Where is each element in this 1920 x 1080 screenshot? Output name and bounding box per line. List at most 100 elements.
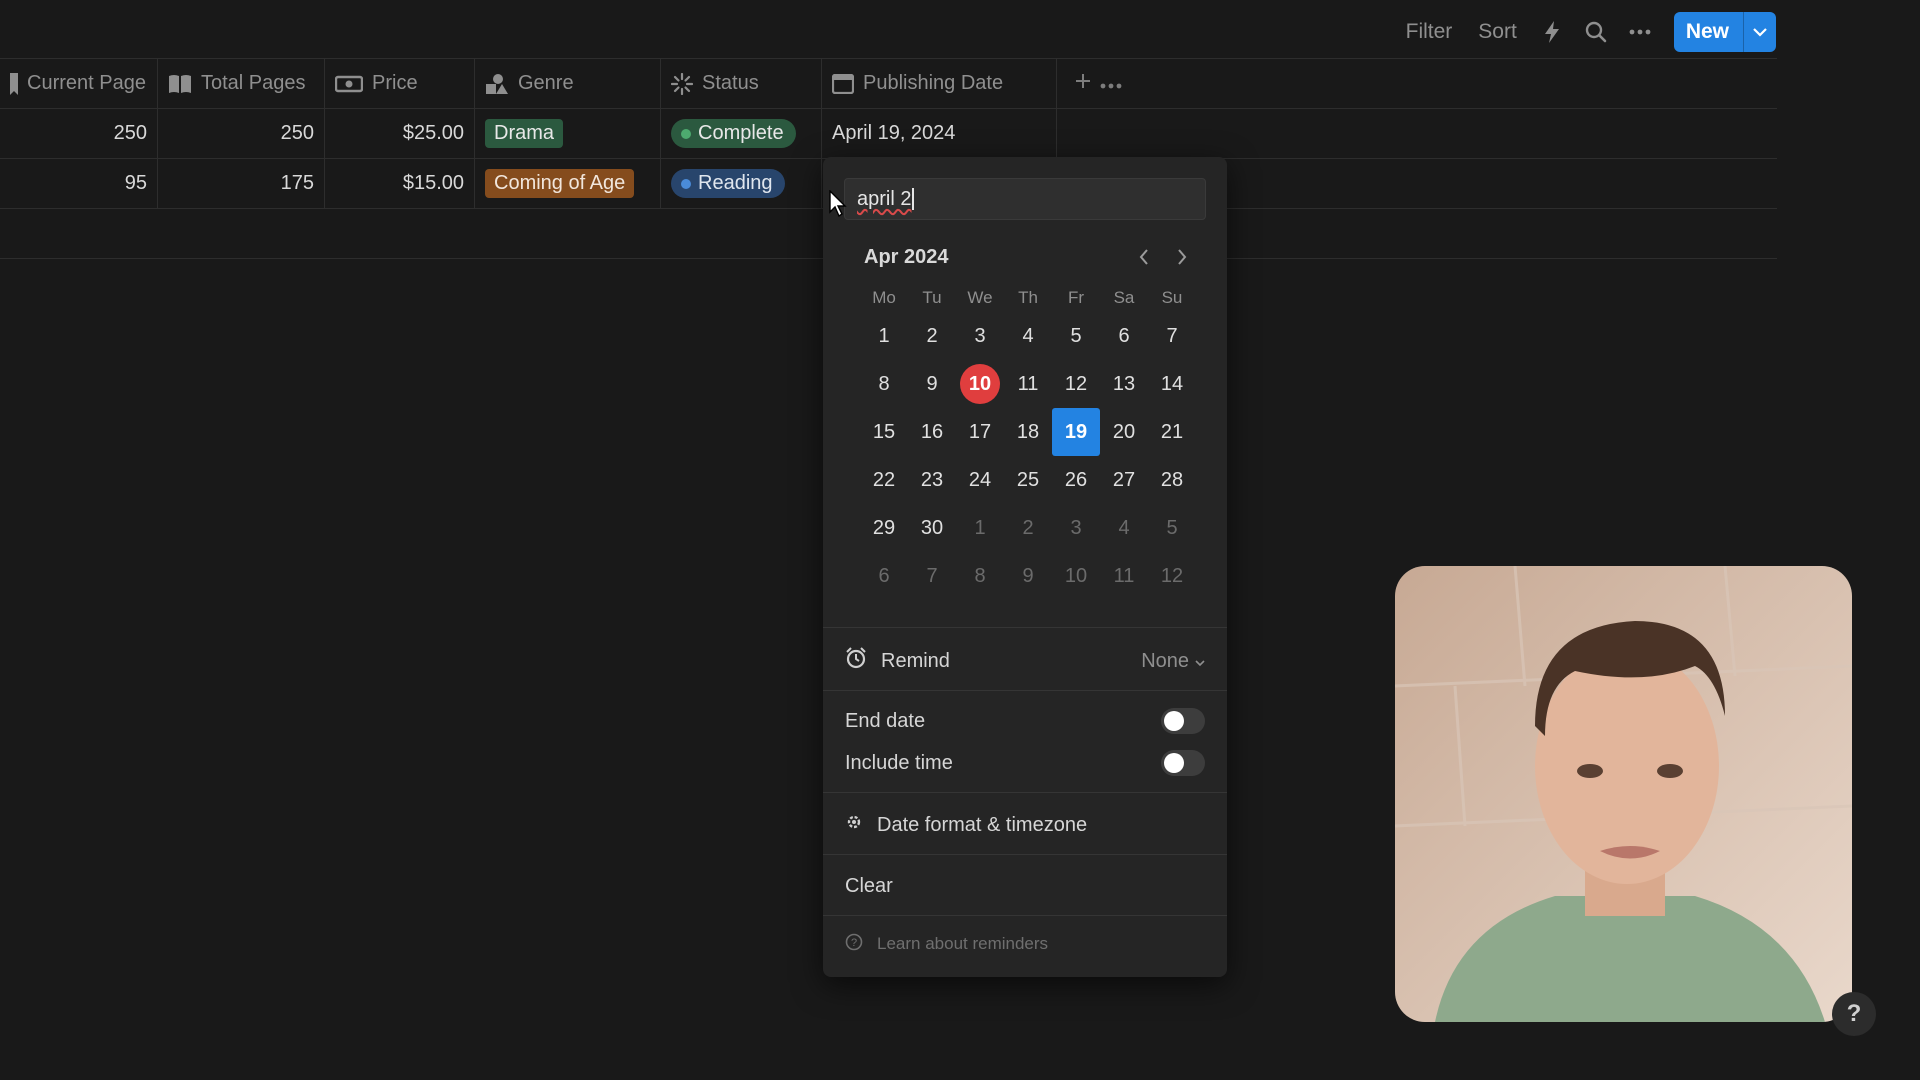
calendar-day[interactable]: 26 <box>1052 456 1100 504</box>
current-page-cell[interactable]: 250 <box>0 109 158 158</box>
calendar-day[interactable]: 25 <box>1004 456 1052 504</box>
calendar-day[interactable]: 10 <box>1052 552 1100 600</box>
status-cell[interactable]: Reading <box>661 159 822 208</box>
calendar-day[interactable]: 11 <box>1100 552 1148 600</box>
weekday-row: Mo Tu We Th Fr Sa Su <box>860 284 1196 312</box>
calendar-day[interactable]: 6 <box>1100 312 1148 360</box>
previous-month-chevron-icon[interactable] <box>1132 245 1156 269</box>
learn-reminders-link[interactable]: ? Learn about reminders <box>845 929 1205 959</box>
calendar-day[interactable]: 7 <box>1148 312 1196 360</box>
calendar-day[interactable]: 15 <box>860 408 908 456</box>
sort-button[interactable]: Sort <box>1465 20 1530 44</box>
calendar-day[interactable]: 3 <box>956 312 1004 360</box>
column-header-publishing-date[interactable]: Publishing Date <box>822 59 1057 108</box>
date-input-field[interactable]: april 2 <box>844 178 1206 220</box>
calendar-day[interactable]: 1 <box>956 504 1004 552</box>
add-column-plus-icon[interactable] <box>1075 72 1091 95</box>
calendar-day[interactable]: 7 <box>908 552 956 600</box>
calendar-day[interactable]: 18 <box>1004 408 1052 456</box>
calendar-day-label: 6 <box>1118 324 1130 347</box>
publishing-date-cell[interactable]: April 19, 2024 <box>822 109 1057 158</box>
calendar-day-label: 16 <box>920 420 944 443</box>
learn-label-group: ? Learn about reminders <box>845 933 1048 956</box>
calendar-day[interactable]: 27 <box>1100 456 1148 504</box>
calendar-day[interactable]: 8 <box>860 360 908 408</box>
divider <box>823 915 1227 916</box>
calendar-day[interactable]: 9 <box>908 360 956 408</box>
presenter-video-image <box>1395 566 1852 1022</box>
remind-option[interactable]: Remind None <box>845 643 1205 679</box>
calendar-day[interactable]: 1 <box>860 312 908 360</box>
calendar-day[interactable]: 17 <box>956 408 1004 456</box>
end-date-toggle[interactable] <box>1161 708 1205 734</box>
calendar-day[interactable]: 5 <box>1052 312 1100 360</box>
calendar-day[interactable]: 22 <box>860 456 908 504</box>
column-header-genre[interactable]: Genre <box>475 59 661 108</box>
calendar-day-label: 7 <box>926 564 938 587</box>
calendar-day[interactable]: 13 <box>1100 360 1148 408</box>
status-cell[interactable]: Complete <box>661 109 822 158</box>
calendar-week-row: 29 30 1 2 3 4 5 <box>860 504 1196 552</box>
automation-lightning-icon[interactable] <box>1534 14 1570 50</box>
date-format-option[interactable]: Date format & timezone <box>845 807 1205 843</box>
divider <box>823 854 1227 855</box>
calendar-day[interactable]: 9 <box>1004 552 1052 600</box>
weekday-label: Mo <box>872 288 896 307</box>
calendar-day-label: 5 <box>1166 516 1178 539</box>
help-button[interactable]: ? <box>1832 992 1876 1036</box>
calendar-day[interactable]: 30 <box>908 504 956 552</box>
more-options-icon[interactable] <box>1622 14 1658 50</box>
clear-option[interactable]: Clear <box>845 868 1205 904</box>
calendar-day[interactable]: 12 <box>1148 552 1196 600</box>
calendar-day[interactable]: 4 <box>1100 504 1148 552</box>
status-label: Complete <box>698 122 784 144</box>
calendar-day[interactable]: 21 <box>1148 408 1196 456</box>
calendar-day-selected[interactable]: 19 <box>1052 408 1100 456</box>
genre-cell[interactable]: Drama <box>475 109 661 158</box>
calendar-day-today[interactable]: 10 <box>956 360 1004 408</box>
total-pages-cell[interactable]: 250 <box>158 109 325 158</box>
calendar-weeks: 1 2 3 4 5 6 7 8 9 10 11 12 13 14 15 16 17 18 19 20 21 22 23 24 2… <box>860 312 1196 600</box>
current-page-cell[interactable]: 95 <box>0 159 158 208</box>
calendar-day-label: 8 <box>878 372 890 395</box>
calendar-day[interactable]: 23 <box>908 456 956 504</box>
table-row[interactable]: 250 250 $25.00 Drama Complete April 19, … <box>0 109 1777 159</box>
calendar-day-label: 13 <box>1112 372 1136 395</box>
calendar-day[interactable]: 8 <box>956 552 1004 600</box>
calendar-day-label: 4 <box>1118 516 1130 539</box>
calendar-day[interactable]: 20 <box>1100 408 1148 456</box>
column-label: Status <box>702 72 759 94</box>
calendar-day[interactable]: 24 <box>956 456 1004 504</box>
new-button[interactable]: New <box>1673 12 1743 52</box>
column-header-total-pages[interactable]: Total Pages <box>158 59 325 108</box>
calendar-day[interactable]: 28 <box>1148 456 1196 504</box>
calendar-day[interactable]: 3 <box>1052 504 1100 552</box>
price-cell[interactable]: $15.00 <box>325 159 475 208</box>
price-cell[interactable]: $25.00 <box>325 109 475 158</box>
remind-select[interactable]: None <box>1141 650 1205 673</box>
column-header-price[interactable]: Price <box>325 59 475 108</box>
next-month-chevron-icon[interactable] <box>1170 245 1194 269</box>
calendar-day[interactable]: 4 <box>1004 312 1052 360</box>
total-pages-cell[interactable]: 175 <box>158 159 325 208</box>
filter-button[interactable]: Filter <box>1393 20 1466 44</box>
calendar-day[interactable]: 29 <box>860 504 908 552</box>
new-dropdown-chevron-icon[interactable] <box>1743 12 1776 52</box>
calendar-day[interactable]: 14 <box>1148 360 1196 408</box>
calendar-day[interactable]: 2 <box>908 312 956 360</box>
search-icon[interactable] <box>1578 14 1614 50</box>
calendar-day[interactable]: 2 <box>1004 504 1052 552</box>
calendar-day[interactable]: 5 <box>1148 504 1196 552</box>
genre-cell[interactable]: Coming of Age <box>475 159 661 208</box>
calendar-day-label: 3 <box>1070 516 1082 539</box>
calendar-day-label: 17 <box>968 420 992 443</box>
calendar-day[interactable]: 6 <box>860 552 908 600</box>
weekday-label: Su <box>1161 288 1183 307</box>
column-more-icon[interactable] <box>1100 72 1122 95</box>
column-header-status[interactable]: Status <box>661 59 822 108</box>
include-time-toggle[interactable] <box>1161 750 1205 776</box>
calendar-day[interactable]: 12 <box>1052 360 1100 408</box>
calendar-day[interactable]: 16 <box>908 408 956 456</box>
calendar-day[interactable]: 11 <box>1004 360 1052 408</box>
column-header-current-page[interactable]: Current Page <box>0 59 158 108</box>
